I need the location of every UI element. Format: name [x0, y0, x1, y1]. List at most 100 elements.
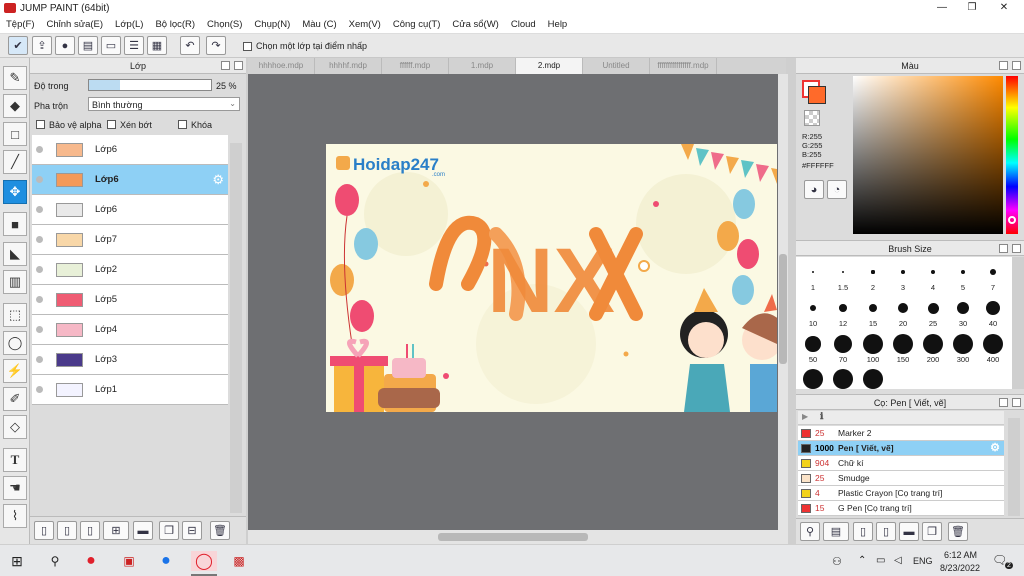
document-tab[interactable]: hhhhf.mdp: [315, 58, 382, 74]
eyedropper-tool[interactable]: ⌇: [3, 504, 27, 528]
new-layer-8bit-button[interactable]: ▯: [57, 521, 77, 540]
horizontal-scroll-thumb[interactable]: [438, 533, 588, 541]
select-pen-tool[interactable]: ✐: [3, 387, 27, 411]
menu-item[interactable]: Chỉnh sửa(E): [41, 19, 110, 30]
canvas-artwork[interactable]: NX Hoidap247 .com: [326, 144, 777, 412]
layer-visibility-icon[interactable]: [36, 236, 43, 243]
layer-visibility-icon[interactable]: [36, 356, 43, 363]
eraser-tool[interactable]: ◆: [3, 94, 27, 118]
network-icon[interactable]: ▭: [876, 555, 885, 566]
lasso-tool[interactable]: ◯: [3, 331, 27, 355]
brush-size-option[interactable]: 7: [978, 261, 1008, 292]
color-picker-square[interactable]: [853, 76, 1003, 234]
menu-item[interactable]: Màu (C): [296, 19, 342, 30]
new-layer-1bit-button[interactable]: ▯: [80, 521, 100, 540]
brush-row[interactable]: 25 Marker 2: [798, 426, 1004, 441]
layer-row[interactable]: Lớp7: [32, 225, 228, 255]
comment-button[interactable]: ●: [55, 36, 75, 55]
menu-item[interactable]: Bộ lọc(R): [149, 19, 201, 30]
lock-checkbox[interactable]: [178, 120, 187, 129]
chevron-up-icon[interactable]: ⌃: [858, 555, 866, 566]
brush-size-option[interactable]: 25: [918, 297, 948, 328]
brush-size-option[interactable]: 1: [798, 261, 828, 292]
brush-size-option[interactable]: 400: [978, 333, 1008, 364]
move-tool[interactable]: ✥: [3, 180, 27, 204]
zalo-app[interactable]: ●: [155, 551, 177, 571]
menu-item[interactable]: Help: [542, 19, 574, 30]
menu-item[interactable]: Chụp(N): [248, 19, 296, 30]
restore-button[interactable]: ❐: [956, 0, 988, 16]
panel-float-icon[interactable]: [999, 398, 1008, 407]
palette-edit-button[interactable]: ◔: [827, 180, 847, 199]
panel-float-icon[interactable]: [999, 244, 1008, 253]
delete-layer-button[interactable]: 🗑: [210, 521, 230, 540]
layer-scrollbar[interactable]: [230, 143, 242, 513]
document-tab[interactable]: ffffff.mdp: [382, 58, 449, 74]
document-tab[interactable]: hhhhoe.mdp: [248, 58, 315, 74]
new-layer-button[interactable]: ▯: [34, 521, 54, 540]
layer-visibility-icon[interactable]: [36, 266, 43, 273]
menu-item[interactable]: Chọn(S): [201, 19, 248, 30]
clip-checkbox[interactable]: [107, 120, 116, 129]
menu-item[interactable]: Cửa sổ(W): [446, 19, 504, 30]
palette-button[interactable]: ◕: [804, 180, 824, 199]
clock-time[interactable]: 6:12 AM: [944, 550, 977, 560]
layer-visibility-icon[interactable]: [36, 146, 43, 153]
brush-size-option[interactable]: 12: [828, 297, 858, 328]
layer-row[interactable]: Lớp6: [32, 195, 228, 225]
brush-row[interactable]: 4 Plastic Crayon [Cọ trang trí]: [798, 486, 1004, 501]
layer-row[interactable]: Lớp3: [32, 345, 228, 375]
vertical-scroll-thumb[interactable]: [779, 254, 787, 364]
line-tool[interactable]: ╱: [3, 150, 27, 174]
delete-brush-button[interactable]: 🗑: [948, 522, 968, 541]
search-button[interactable]: ⚲: [44, 551, 66, 571]
brush-size-option[interactable]: 40: [978, 297, 1008, 328]
export-button[interactable]: ⇪: [32, 36, 52, 55]
brush-size-option[interactable]: 3: [888, 261, 918, 292]
brush-folder-button[interactable]: ▬: [899, 522, 919, 541]
menu-item[interactable]: Công cụ(T): [387, 19, 447, 30]
document-tab[interactable]: ffffffffffffffff.mdp: [650, 58, 717, 74]
layer-row[interactable]: Lớp6 ⚙: [32, 165, 228, 195]
brush-settings-button[interactable]: ⚲: [800, 522, 820, 541]
brush-size-option[interactable]: [798, 369, 828, 389]
brush-row[interactable]: 1000 Pen [ Viết, vẽ] ⚙: [798, 441, 1004, 456]
layer-row[interactable]: Lớp4: [32, 315, 228, 345]
hue-handle[interactable]: [1008, 216, 1016, 224]
panel-close-icon[interactable]: [234, 61, 243, 70]
page-button[interactable]: ▭: [101, 36, 121, 55]
merge-layer-button[interactable]: ⊟: [182, 521, 202, 540]
brush-size-option[interactable]: 30: [948, 297, 978, 328]
brush-size-option[interactable]: [858, 369, 888, 389]
layer-visibility-icon[interactable]: [36, 296, 43, 303]
redo-button[interactable]: ↷: [206, 36, 226, 55]
brush-size-option[interactable]: 150: [888, 333, 918, 364]
brush-duplicate-button[interactable]: ❐: [922, 522, 942, 541]
brush-size-option[interactable]: 20: [888, 297, 918, 328]
duplicate-layer-button[interactable]: ❐: [159, 521, 179, 540]
brush-row[interactable]: 25 Smudge: [798, 471, 1004, 486]
opera-gx-app[interactable]: ◯: [191, 551, 217, 571]
menu-item[interactable]: Tệp(F): [0, 19, 41, 30]
gear-icon[interactable]: ⚙: [212, 172, 224, 188]
app-launcher[interactable]: ▣: [118, 551, 140, 571]
blend-select[interactable]: Bình thường ⌄: [88, 97, 240, 111]
add-brush-button[interactable]: ▤: [823, 522, 849, 541]
pen-tool[interactable]: ✎: [3, 66, 27, 90]
opacity-slider[interactable]: [88, 79, 212, 91]
undo-button[interactable]: ↶: [180, 36, 200, 55]
bucket-tool[interactable]: ◣: [3, 242, 27, 266]
layer-row[interactable]: Lớp6: [32, 135, 228, 165]
layer-row[interactable]: Lớp5: [32, 285, 228, 315]
menu-item[interactable]: Lớp(L): [109, 19, 149, 30]
panel-float-icon[interactable]: [999, 61, 1008, 70]
brush-size-option[interactable]: [828, 369, 858, 389]
layer-visibility-icon[interactable]: [36, 326, 43, 333]
select-eraser-tool[interactable]: ◇: [3, 415, 27, 439]
layer-visibility-icon[interactable]: [36, 386, 43, 393]
minimize-button[interactable]: —: [926, 0, 958, 16]
close-button[interactable]: ✕: [988, 0, 1020, 16]
protect-alpha-checkbox[interactable]: [36, 120, 45, 129]
magic-wand-tool[interactable]: ⚡: [3, 359, 27, 383]
layer-row[interactable]: Lớp1: [32, 375, 228, 405]
